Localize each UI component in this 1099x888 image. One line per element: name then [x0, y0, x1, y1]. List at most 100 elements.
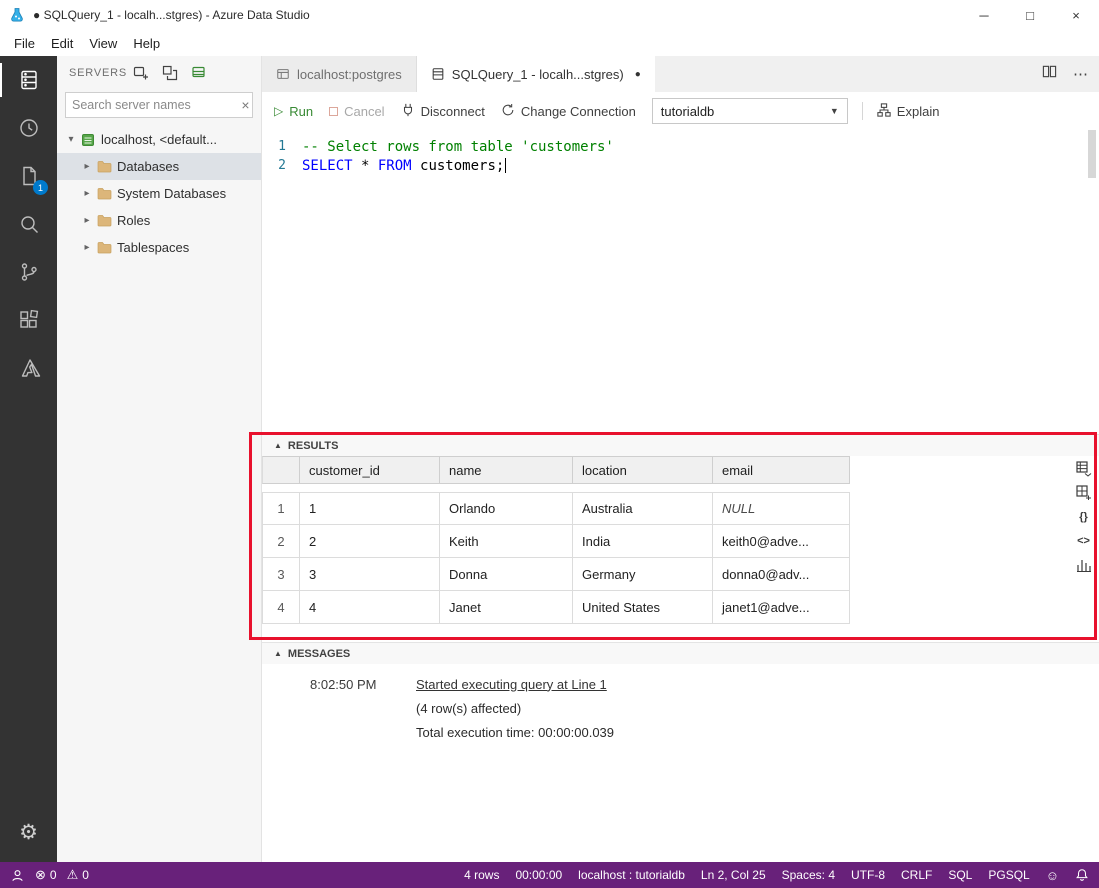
- table-row[interactable]: 1 1 Orlando Australia NULL: [262, 492, 850, 525]
- row-number-cell[interactable]: 2: [262, 525, 300, 558]
- column-header[interactable]: customer_id: [300, 456, 440, 484]
- sql-keyword: FROM: [377, 157, 412, 174]
- status-eol[interactable]: CRLF: [901, 868, 932, 882]
- save-as-excel-icon[interactable]: [1075, 484, 1092, 501]
- status-language[interactable]: SQL: [948, 868, 972, 882]
- tab-localhost-postgres[interactable]: localhost:postgres: [262, 56, 417, 92]
- minimize-button[interactable]: ─: [961, 0, 1007, 30]
- collapse-twisty-icon[interactable]: ▲: [274, 441, 282, 450]
- grid-cell[interactable]: keith0@adve...: [713, 525, 850, 558]
- grid-cell[interactable]: Keith: [440, 525, 573, 558]
- tree-item-system-databases[interactable]: ▸ System Databases: [57, 180, 261, 207]
- menu-view[interactable]: View: [81, 33, 125, 54]
- collapse-twisty-icon[interactable]: ▲: [274, 649, 282, 658]
- menu-edit[interactable]: Edit: [43, 33, 81, 54]
- grid-cell[interactable]: Orlando: [440, 492, 573, 525]
- collapsed-caret-icon[interactable]: ▸: [79, 215, 95, 226]
- messages-panel-header[interactable]: ▲ MESSAGES: [262, 642, 1099, 664]
- new-server-group-icon[interactable]: [162, 65, 178, 81]
- source-control-icon[interactable]: [0, 248, 57, 296]
- results-panel-header[interactable]: ▲ RESULTS: [262, 434, 1099, 456]
- save-as-xml-icon[interactable]: <>: [1075, 532, 1092, 549]
- error-count: 0: [49, 868, 57, 882]
- message-row: (4 row(s) affected): [310, 696, 1099, 720]
- grid-cell-null[interactable]: NULL: [713, 492, 850, 525]
- table-row[interactable]: 4 4 Janet United States janet1@adve...: [262, 591, 850, 624]
- grid-cell[interactable]: Janet: [440, 591, 573, 624]
- sql-statement: SELECT * FROM customers;: [302, 157, 507, 174]
- grid-cell[interactable]: United States: [573, 591, 713, 624]
- grid-cell[interactable]: donna0@adv...: [713, 558, 850, 591]
- active-connections-icon[interactable]: [191, 65, 207, 81]
- collapsed-caret-icon[interactable]: ▸: [79, 161, 95, 172]
- column-header[interactable]: location: [573, 456, 713, 484]
- server-search-input[interactable]: [66, 98, 239, 112]
- database-dropdown[interactable]: tutorialdb ▼: [651, 98, 848, 124]
- accounts-icon[interactable]: [10, 868, 25, 883]
- task-history-icon[interactable]: [0, 104, 57, 152]
- tree-item-server[interactable]: ▾ localhost, <default...: [57, 126, 261, 153]
- table-row[interactable]: 3 3 Donna Germany donna0@adv...: [262, 558, 850, 591]
- explain-button[interactable]: Explain: [877, 102, 939, 120]
- feedback-smiley-icon[interactable]: ☺: [1046, 868, 1059, 883]
- tree-item-databases[interactable]: ▸ Databases: [57, 153, 261, 180]
- search-icon[interactable]: [0, 200, 57, 248]
- tree-item-roles[interactable]: ▸ Roles: [57, 207, 261, 234]
- close-button[interactable]: ×: [1053, 0, 1099, 30]
- status-cursor-position[interactable]: Ln 2, Col 25: [701, 868, 766, 882]
- disconnect-button[interactable]: Disconnect: [401, 103, 485, 120]
- new-connection-icon[interactable]: [133, 65, 149, 81]
- status-connection[interactable]: localhost : tutorialdb: [578, 868, 685, 882]
- status-encoding[interactable]: UTF-8: [851, 868, 885, 882]
- errors-indicator[interactable]: ⊗ 0: [35, 867, 57, 883]
- grid-cell[interactable]: janet1@adve...: [713, 591, 850, 624]
- grid-cell[interactable]: Donna: [440, 558, 573, 591]
- grid-cell[interactable]: Australia: [573, 492, 713, 525]
- status-provider[interactable]: PGSQL: [988, 868, 1029, 882]
- grid-cell[interactable]: Germany: [573, 558, 713, 591]
- row-number-cell[interactable]: 4: [262, 591, 300, 624]
- column-header[interactable]: name: [440, 456, 573, 484]
- collapsed-caret-icon[interactable]: ▸: [79, 188, 95, 199]
- azure-icon[interactable]: [0, 344, 57, 392]
- editor-scrollbar[interactable]: [1088, 130, 1096, 178]
- grid-cell[interactable]: India: [573, 525, 713, 558]
- grid-cell[interactable]: 2: [300, 525, 440, 558]
- tree-item-tablespaces[interactable]: ▸ Tablespaces: [57, 234, 261, 261]
- servers-tree: ▾ localhost, <default... ▸ Databases ▸ S…: [57, 126, 261, 261]
- menu-help[interactable]: Help: [125, 33, 168, 54]
- more-actions-icon[interactable]: ⋯: [1073, 65, 1089, 83]
- expand-caret-icon[interactable]: ▾: [63, 134, 79, 145]
- grid-cell[interactable]: 4: [300, 591, 440, 624]
- save-as-json-icon[interactable]: {}: [1075, 508, 1092, 525]
- split-editor-icon[interactable]: [1042, 64, 1057, 84]
- message-link[interactable]: Started executing query at Line 1: [416, 677, 607, 692]
- grid-cell[interactable]: 3: [300, 558, 440, 591]
- notifications-bell-icon[interactable]: [1075, 868, 1089, 882]
- grid-corner-cell[interactable]: [262, 456, 300, 484]
- dirty-indicator-icon[interactable]: ●: [635, 69, 641, 80]
- save-as-csv-icon[interactable]: [1075, 460, 1092, 477]
- extensions-icon[interactable]: [0, 296, 57, 344]
- collapsed-caret-icon[interactable]: ▸: [79, 242, 95, 253]
- sidebar-title: SERVERS: [69, 67, 127, 79]
- change-connection-button[interactable]: Change Connection: [501, 103, 636, 120]
- warnings-indicator[interactable]: ⚠ 0: [67, 867, 89, 883]
- maximize-button[interactable]: □: [1007, 0, 1053, 30]
- open-editors-icon[interactable]: 1: [0, 152, 57, 200]
- connections-icon[interactable]: [0, 56, 57, 104]
- row-number-cell[interactable]: 3: [262, 558, 300, 591]
- grid-cell[interactable]: 1: [300, 492, 440, 525]
- run-button[interactable]: ▷ Run: [274, 104, 313, 119]
- table-row[interactable]: 2 2 Keith India keith0@adve...: [262, 525, 850, 558]
- tab-sqlquery[interactable]: SQLQuery_1 - localh...stgres) ●: [416, 56, 655, 92]
- row-number-cell[interactable]: 1: [262, 492, 300, 525]
- menu-file[interactable]: File: [6, 33, 43, 54]
- open-editors-badge: 1: [33, 180, 48, 195]
- visualize-chart-icon[interactable]: [1075, 556, 1092, 573]
- settings-gear-icon[interactable]: ⚙: [0, 808, 57, 856]
- sql-editor[interactable]: 1 -- Select rows from table 'customers' …: [262, 130, 1099, 434]
- column-header[interactable]: email: [713, 456, 850, 484]
- status-indentation[interactable]: Spaces: 4: [782, 868, 835, 882]
- clear-search-icon[interactable]: ×: [239, 97, 252, 113]
